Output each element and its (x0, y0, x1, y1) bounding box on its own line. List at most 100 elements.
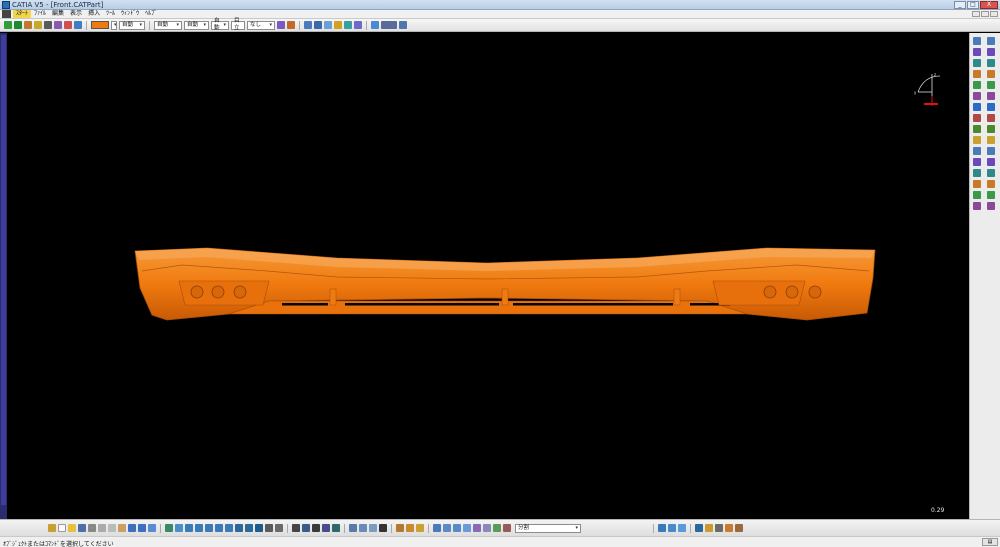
scrollbar-thumb[interactable] (1, 35, 6, 505)
sweep-icon[interactable] (973, 103, 981, 111)
paint-icon[interactable] (64, 21, 72, 29)
surface-icon[interactable] (324, 21, 332, 29)
save-icon[interactable] (78, 524, 86, 532)
pan-view-icon[interactable] (185, 524, 193, 532)
select-icon[interactable] (74, 21, 82, 29)
bumper-model[interactable] (7, 33, 968, 519)
layer-filter-dropdown[interactable]: 分割 ▾ (515, 523, 581, 533)
line-weight-dropdown[interactable]: 自動 ▾ (154, 20, 182, 30)
solid-mode-icon[interactable] (463, 524, 471, 532)
offset-icon[interactable] (973, 114, 981, 122)
catalog-browser-icon[interactable] (322, 524, 330, 532)
multi-view-icon[interactable] (235, 524, 243, 532)
point-type-dropdown[interactable]: 自動 ▾ (211, 18, 229, 31)
rotate-icon[interactable] (24, 21, 32, 29)
catalog-icon[interactable] (381, 21, 397, 29)
sketch-icon[interactable] (973, 37, 981, 45)
color-swatch[interactable] (91, 21, 109, 29)
parameters-icon[interactable] (359, 524, 367, 532)
analysis-icon[interactable] (344, 21, 352, 29)
undo-icon[interactable] (128, 524, 136, 532)
render-edges-icon[interactable] (668, 524, 676, 532)
scissors-icon[interactable] (54, 21, 62, 29)
doc-restore-button[interactable] (981, 11, 989, 17)
specification-icon[interactable] (715, 524, 723, 532)
pan-icon[interactable] (4, 21, 12, 29)
zoom-in-icon[interactable] (205, 524, 213, 532)
extract-icon[interactable] (973, 158, 981, 166)
split-icon[interactable] (987, 136, 995, 144)
layer-dropdown[interactable]: なし ▾ (247, 20, 275, 30)
analysis-icon[interactable] (973, 191, 981, 199)
rotate-view-icon[interactable] (195, 524, 203, 532)
swap-space-icon[interactable] (275, 524, 283, 532)
thicken-icon[interactable] (987, 147, 995, 155)
measure-icon[interactable] (973, 202, 981, 210)
workbench-icon[interactable] (433, 524, 441, 532)
cut-icon[interactable] (98, 524, 106, 532)
hide-show-icon[interactable] (265, 524, 273, 532)
connect-checker-icon[interactable] (473, 524, 481, 532)
pad-icon[interactable] (987, 37, 995, 45)
loft-icon[interactable] (987, 92, 995, 100)
shell-icon[interactable] (987, 103, 995, 111)
print-icon[interactable] (88, 524, 96, 532)
magic-wand-icon[interactable] (48, 524, 56, 532)
formula-icon[interactable] (292, 524, 300, 532)
zoom-out-icon[interactable] (215, 524, 223, 532)
draft-analysis-icon[interactable] (493, 524, 501, 532)
publish-icon[interactable] (987, 202, 995, 210)
pocket-icon[interactable] (987, 48, 995, 56)
chamfer-icon[interactable] (987, 125, 995, 133)
spline-icon[interactable] (44, 21, 52, 29)
draft-icon[interactable] (987, 114, 995, 122)
point-icon[interactable] (973, 70, 981, 78)
sketch-tools-icon[interactable] (371, 21, 379, 29)
maximize-button[interactable]: □ (967, 1, 979, 9)
arc-icon[interactable] (304, 21, 312, 29)
redo-icon[interactable] (138, 524, 146, 532)
copy-icon[interactable] (108, 524, 116, 532)
section-icon[interactable] (396, 524, 404, 532)
grille-frame[interactable] (228, 300, 748, 315)
plane-icon[interactable] (973, 48, 981, 56)
join-icon[interactable] (973, 125, 981, 133)
curve-icon[interactable] (314, 21, 322, 29)
fillet-icon[interactable] (973, 147, 981, 155)
wireframe-icon[interactable] (443, 524, 451, 532)
open-folder-icon[interactable] (68, 524, 76, 532)
measure-icon[interactable] (354, 21, 362, 29)
geometry-icon[interactable] (725, 524, 733, 532)
compass-icon[interactable]: z y (910, 70, 950, 110)
curvature-icon[interactable] (483, 524, 491, 532)
iso-view-icon[interactable] (245, 524, 253, 532)
doc-minimize-button[interactable] (972, 11, 980, 17)
law-icon[interactable] (379, 524, 387, 532)
transparency-dropdown[interactable]: 自動 ▾ (119, 20, 145, 30)
table-icon[interactable] (349, 524, 357, 532)
comment-icon[interactable] (302, 524, 310, 532)
graphic-properties-icon[interactable] (287, 21, 295, 29)
format-painter-icon[interactable] (277, 21, 285, 29)
blend-icon[interactable] (973, 169, 981, 177)
fillet-icon[interactable] (334, 21, 342, 29)
menu-window[interactable]: ｳｨﾝﾄﾞｳ (118, 10, 142, 18)
shading-icon[interactable] (255, 524, 263, 532)
close-button[interactable]: X (980, 1, 998, 9)
rib-icon[interactable] (987, 81, 995, 89)
boolean-icon[interactable] (987, 191, 995, 199)
menu-file[interactable]: ﾌｧｲﾙ (31, 10, 49, 18)
translate-icon[interactable] (973, 180, 981, 188)
pattern-icon[interactable] (987, 169, 995, 177)
material-icon[interactable] (735, 524, 743, 532)
fly-mode-icon[interactable] (165, 524, 173, 532)
light-source-icon[interactable] (416, 524, 424, 532)
render-style-dropdown[interactable]: 目立 (231, 18, 245, 31)
close-surface-icon[interactable] (987, 158, 995, 166)
surface-icon[interactable] (973, 92, 981, 100)
measure-between-icon[interactable] (332, 524, 340, 532)
menu-help[interactable]: ﾍﾙﾌﾟ (142, 10, 160, 18)
clipping-icon[interactable] (406, 524, 414, 532)
line-icon[interactable] (973, 59, 981, 67)
document-icon[interactable] (2, 10, 11, 18)
